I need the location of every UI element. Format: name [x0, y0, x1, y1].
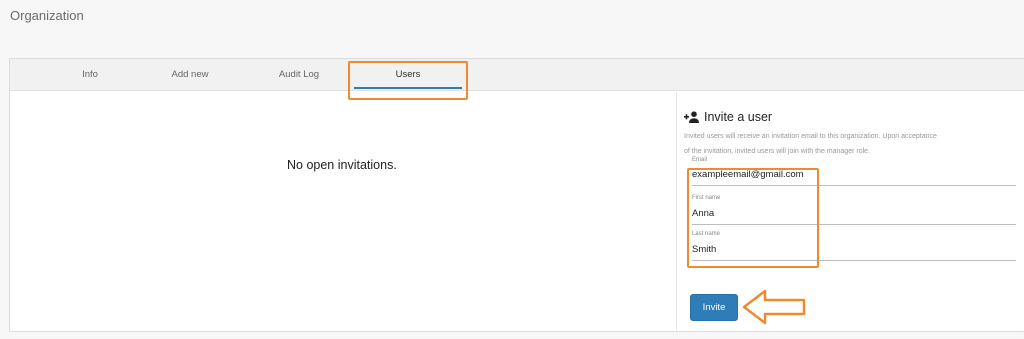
page-title: Organization: [10, 8, 84, 23]
invite-user-panel: Invite a user Invited users will receive…: [684, 110, 1024, 159]
tab-add-new[interactable]: Add new: [150, 59, 230, 91]
users-tab-highlight: [348, 61, 468, 100]
fields-highlight: [687, 168, 819, 268]
tab-bar: Info Add new Audit Log Users: [10, 59, 1024, 91]
tab-info[interactable]: Info: [50, 59, 130, 91]
invite-heading-text: Invite a user: [704, 110, 773, 124]
invite-button[interactable]: Invite: [690, 294, 738, 321]
person-add-icon: [684, 111, 699, 123]
invitations-panel: No open invitations.: [10, 92, 677, 332]
empty-invitations-message: No open invitations.: [287, 158, 397, 172]
left-arrow-icon: [742, 289, 806, 325]
invite-description: Invited users will receive an invitation…: [684, 133, 937, 155]
tab-audit-log[interactable]: Audit Log: [259, 59, 339, 91]
invite-heading: Invite a user: [684, 110, 1024, 124]
email-label: Email: [692, 157, 708, 163]
